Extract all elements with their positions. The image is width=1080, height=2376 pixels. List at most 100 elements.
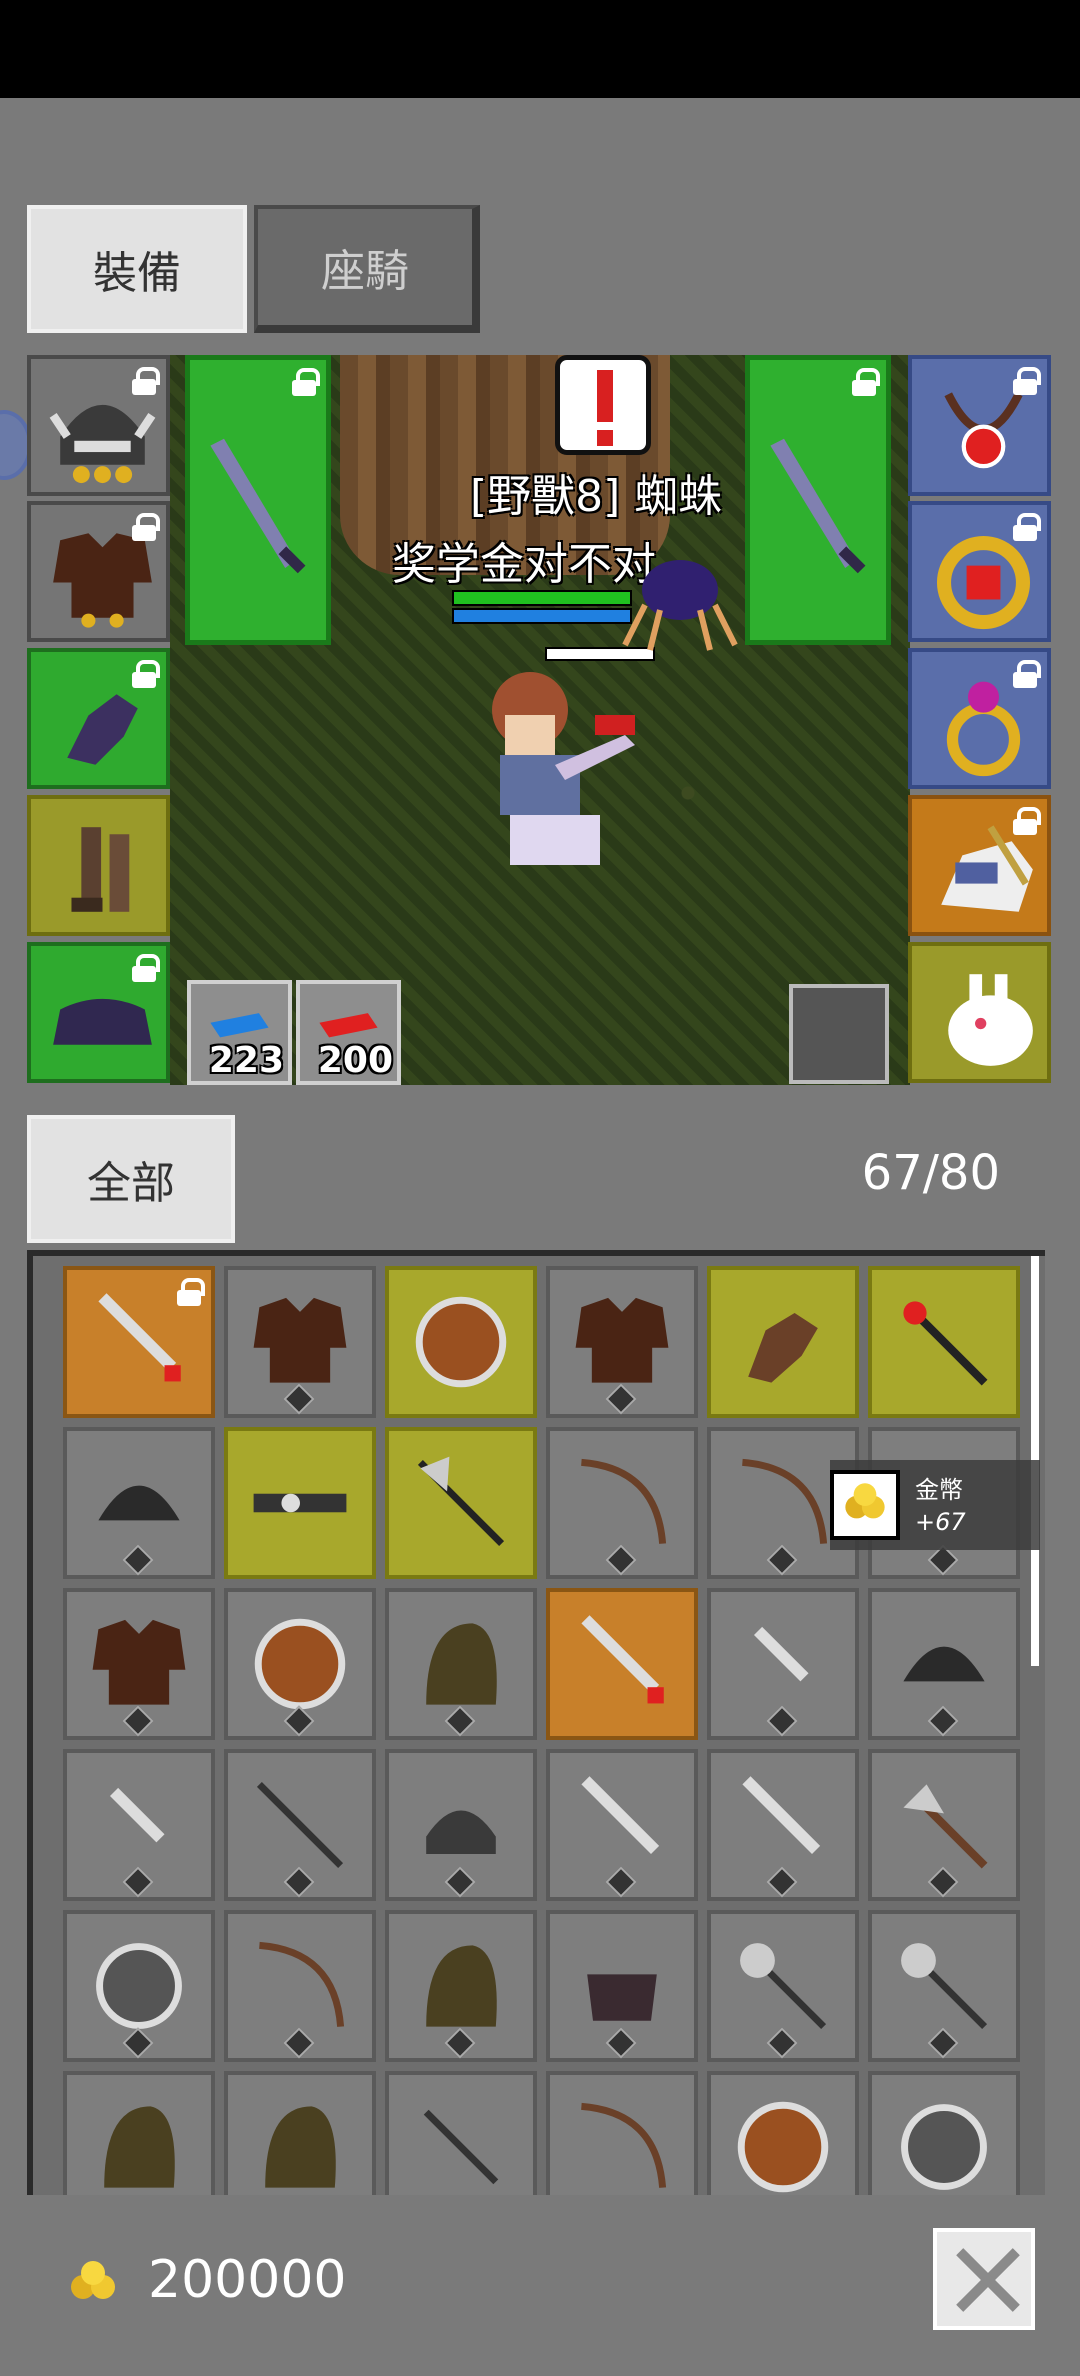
inventory-item-hood[interactable] <box>385 1588 537 1740</box>
inventory-item-shield[interactable] <box>385 1266 537 1418</box>
lock-icon <box>132 954 160 982</box>
inventory-item-helmet[interactable] <box>63 1427 215 1579</box>
close-button[interactable] <box>933 2228 1035 2330</box>
halberd-icon <box>417 1456 505 1547</box>
boots-icon <box>71 827 130 912</box>
slot-pet[interactable] <box>908 942 1051 1083</box>
buckler-icon <box>901 2104 987 2190</box>
inventory-item-axe[interactable] <box>868 1749 1020 1901</box>
buckler-icon <box>96 1943 182 2029</box>
lock-icon <box>1013 367 1041 395</box>
inventory-item-bow[interactable] <box>546 2071 698 2195</box>
inventory-item-bow[interactable] <box>224 1910 376 2062</box>
inventory-item-staff[interactable] <box>868 1266 1020 1418</box>
rabbit-pet-icon <box>948 974 1033 1066</box>
horned-helmet-icon <box>426 1810 496 1854</box>
sword-icon <box>98 1293 181 1382</box>
dagger-icon <box>110 1787 165 1843</box>
mace-icon <box>901 1943 988 2030</box>
blue-potion-count: 223 <box>208 1040 284 1081</box>
slot-necklace[interactable] <box>908 355 1051 496</box>
inventory-item-buckler[interactable] <box>868 2071 1020 2195</box>
gold-toast-amount: +67 <box>915 1508 966 1536</box>
hood-icon <box>265 2106 336 2188</box>
inventory-item-buckler[interactable] <box>63 1910 215 2062</box>
mask-icon <box>587 1974 657 2021</box>
lock-icon <box>132 367 160 395</box>
helmet-icon <box>903 1646 985 1682</box>
inventory-panel[interactable] <box>27 1250 1045 2195</box>
skill-slot[interactable] <box>789 984 889 1084</box>
inventory-item-armor[interactable] <box>546 1266 698 1418</box>
leather-armor-icon <box>253 1297 347 1383</box>
sword-icon <box>581 1776 660 1854</box>
tab-equipment[interactable]: 裝備 <box>27 205 247 333</box>
round-shield-icon <box>415 1296 507 1388</box>
blue-potion-slot[interactable]: 223 <box>187 980 292 1085</box>
inventory-item-armor[interactable] <box>63 1588 215 1740</box>
round-shield-icon <box>737 2101 829 2193</box>
inventory-grid <box>63 1266 1020 2195</box>
slot-helmet[interactable] <box>27 355 170 496</box>
inventory-item-helmet[interactable] <box>868 1588 1020 1740</box>
inventory-item-mace[interactable] <box>707 1910 859 2062</box>
inventory-item-axe[interactable] <box>385 1427 537 1579</box>
inventory-item-mask[interactable] <box>546 1910 698 2062</box>
filter-all-button[interactable]: 全部 <box>27 1115 235 1243</box>
gloves-icon <box>748 1313 818 1383</box>
gold-coin-icon <box>830 1470 900 1540</box>
inventory-item-hood[interactable] <box>385 1910 537 2062</box>
lock-icon <box>1013 660 1041 688</box>
inventory-item-sword[interactable] <box>546 1588 698 1740</box>
hp-bar <box>452 590 632 606</box>
inventory-item-sword[interactable] <box>63 1266 215 1418</box>
inventory-item-dagger[interactable] <box>63 1749 215 1901</box>
dagger-icon <box>754 1626 809 1682</box>
inventory-item-sword[interactable] <box>546 1749 698 1901</box>
lock-icon <box>1013 807 1041 835</box>
bow-icon <box>742 1458 828 1544</box>
belt-icon <box>253 1493 347 1513</box>
slot-ring-1[interactable] <box>908 501 1051 642</box>
inventory-item-gloves[interactable] <box>707 1266 859 1418</box>
slot-off-weapon[interactable] <box>745 355 891 645</box>
sword-icon <box>210 438 306 574</box>
inventory-item-armor[interactable] <box>224 1266 376 1418</box>
bow-icon <box>581 1458 667 1544</box>
inventory-item-crossbow[interactable] <box>385 2071 537 2195</box>
inventory-item-spear[interactable] <box>224 1749 376 1901</box>
slot-main-weapon[interactable] <box>185 355 331 645</box>
sword-icon <box>770 438 866 574</box>
tab-mount[interactable]: 座騎 <box>254 205 480 333</box>
slot-belt[interactable] <box>27 942 170 1083</box>
slot-gloves[interactable] <box>27 648 170 789</box>
helmet-icon <box>98 1485 180 1521</box>
bow-icon <box>581 2102 667 2188</box>
inventory-item-shield[interactable] <box>224 1588 376 1740</box>
inventory-item-helmet[interactable] <box>385 1749 537 1901</box>
slot-ring-2[interactable] <box>908 648 1051 789</box>
inventory-item-dagger[interactable] <box>707 1588 859 1740</box>
lock-icon <box>132 513 160 541</box>
inventory-item-shield[interactable] <box>707 2071 859 2195</box>
hood-icon <box>104 2106 175 2188</box>
gold-toast-label: 金幣 <box>915 1476 963 1504</box>
lock-icon <box>852 368 880 396</box>
slot-armor[interactable] <box>27 501 170 642</box>
inventory-item-hood[interactable] <box>63 2071 215 2195</box>
monster-label: [野獸8] 蜘蛛 <box>470 471 723 522</box>
status-bar <box>0 0 1080 98</box>
inventory-item-bow[interactable] <box>546 1427 698 1579</box>
round-shield-icon <box>254 1618 346 1710</box>
slot-mount[interactable] <box>908 795 1051 936</box>
slot-boots[interactable] <box>27 795 170 936</box>
hood-icon <box>426 1945 497 2027</box>
inventory-item-sword[interactable] <box>707 1749 859 1901</box>
inventory-item-hood[interactable] <box>224 2071 376 2195</box>
mace-icon <box>740 1943 827 2030</box>
inventory-item-belt[interactable] <box>224 1427 376 1579</box>
lock-icon <box>292 368 320 396</box>
inventory-item-mace[interactable] <box>868 1910 1020 2062</box>
red-potion-slot[interactable]: 200 <box>296 980 401 1085</box>
hero-character <box>492 672 635 865</box>
